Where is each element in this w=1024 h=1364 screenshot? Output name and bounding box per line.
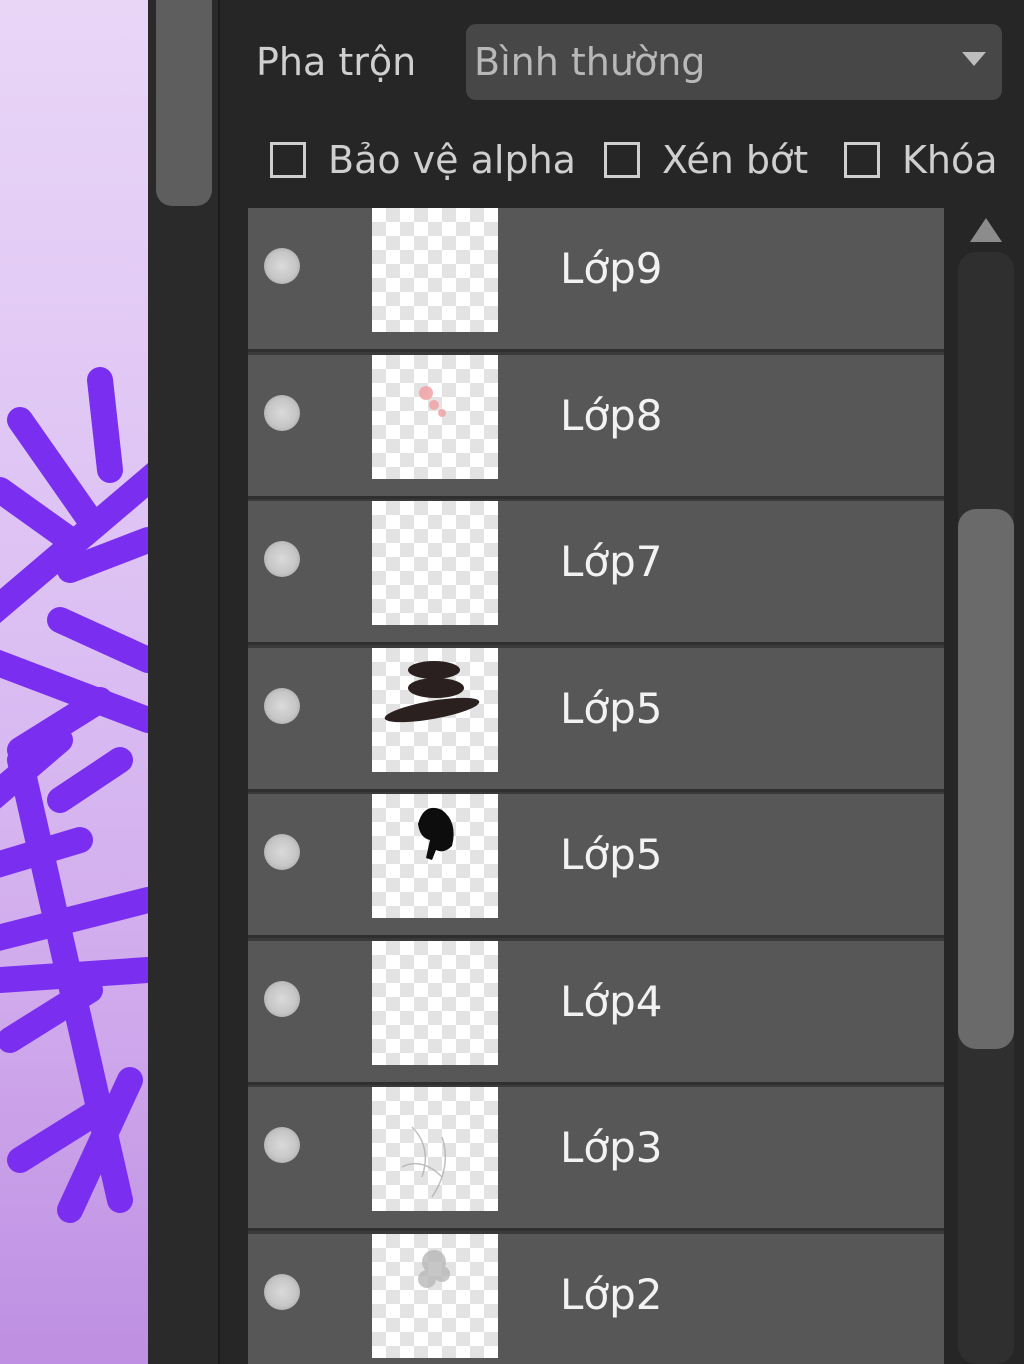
visibility-toggle-icon[interactable]	[264, 834, 300, 870]
lock-checkbox[interactable]	[844, 142, 880, 178]
layer-name: Lớp4	[560, 976, 663, 1026]
canvas-preview	[0, 0, 148, 1364]
protect-alpha-checkbox[interactable]	[270, 142, 306, 178]
clipping-checkbox[interactable]	[604, 142, 640, 178]
layer-thumbnail	[372, 354, 498, 479]
protect-alpha-label: Bảo vệ alpha	[328, 138, 576, 182]
layer-thumbnail	[372, 794, 498, 918]
lock-label: Khóa	[902, 138, 998, 182]
layer-name: Lớp9	[560, 244, 663, 293]
layer-panel: Pha trộn Bình thường Bảo vệ alpha Xén bớ…	[220, 0, 1024, 1364]
visibility-toggle-icon[interactable]	[264, 980, 300, 1017]
layer-name: Lớp2	[560, 1269, 663, 1319]
canvas-scrollbar[interactable]	[148, 0, 220, 1364]
layer-name: Lớp8	[560, 390, 663, 440]
chevron-down-icon	[962, 52, 986, 66]
snowflake-artwork	[0, 367, 148, 1223]
layer-row[interactable]: Lớp3	[248, 1087, 944, 1231]
scrollbar-track[interactable]	[958, 252, 1014, 1364]
protect-alpha-option[interactable]: Bảo vệ alpha	[270, 134, 576, 186]
scroll-up-arrow-icon[interactable]	[970, 218, 1002, 242]
blend-mode-label: Pha trộn	[256, 40, 417, 84]
layer-thumbnail	[372, 1087, 498, 1211]
clipping-option[interactable]: Xén bớt	[604, 134, 808, 186]
layer-name: Lớp5	[560, 830, 663, 879]
layer-row[interactable]: Lớp9	[248, 208, 944, 352]
blend-mode-value: Bình thường	[474, 40, 706, 84]
layer-thumbnail	[372, 940, 498, 1065]
scrollbar-thumb[interactable]	[958, 509, 1014, 1050]
layer-row[interactable]: Lớp4	[248, 940, 944, 1085]
visibility-toggle-icon[interactable]	[264, 687, 300, 724]
layer-name: Lớp3	[560, 1123, 663, 1172]
layer-thumbnail	[372, 647, 498, 772]
visibility-toggle-icon[interactable]	[264, 248, 300, 284]
blend-mode-dropdown[interactable]: Bình thường	[466, 24, 1002, 100]
layer-thumbnail	[372, 1233, 498, 1358]
layer-row[interactable]: Lớp2	[248, 1233, 944, 1364]
layer-row[interactable]: Lớp5	[248, 647, 944, 792]
visibility-toggle-icon[interactable]	[264, 1127, 300, 1163]
layer-thumbnail	[372, 208, 498, 332]
layer-row[interactable]: Lớp5	[248, 794, 944, 938]
layer-list: Lớp9 Lớp8 Lớp7 Lớp5 Lớp5 Lớp4 Lớp3 Lớp2	[248, 208, 944, 1364]
layer-thumbnail	[372, 501, 498, 625]
clipping-label: Xén bớt	[662, 138, 809, 182]
visibility-toggle-icon[interactable]	[264, 541, 300, 577]
visibility-toggle-icon[interactable]	[264, 394, 300, 431]
layer-row[interactable]: Lớp8	[248, 354, 944, 499]
lock-option[interactable]: Khóa	[844, 134, 998, 186]
canvas-scrollbar-thumb[interactable]	[156, 0, 212, 206]
layer-name: Lớp5	[560, 683, 663, 733]
layer-list-scrollbar[interactable]	[950, 208, 1024, 1364]
layer-name: Lớp7	[560, 537, 663, 586]
layer-row[interactable]: Lớp7	[248, 501, 944, 645]
visibility-toggle-icon[interactable]	[264, 1273, 300, 1310]
